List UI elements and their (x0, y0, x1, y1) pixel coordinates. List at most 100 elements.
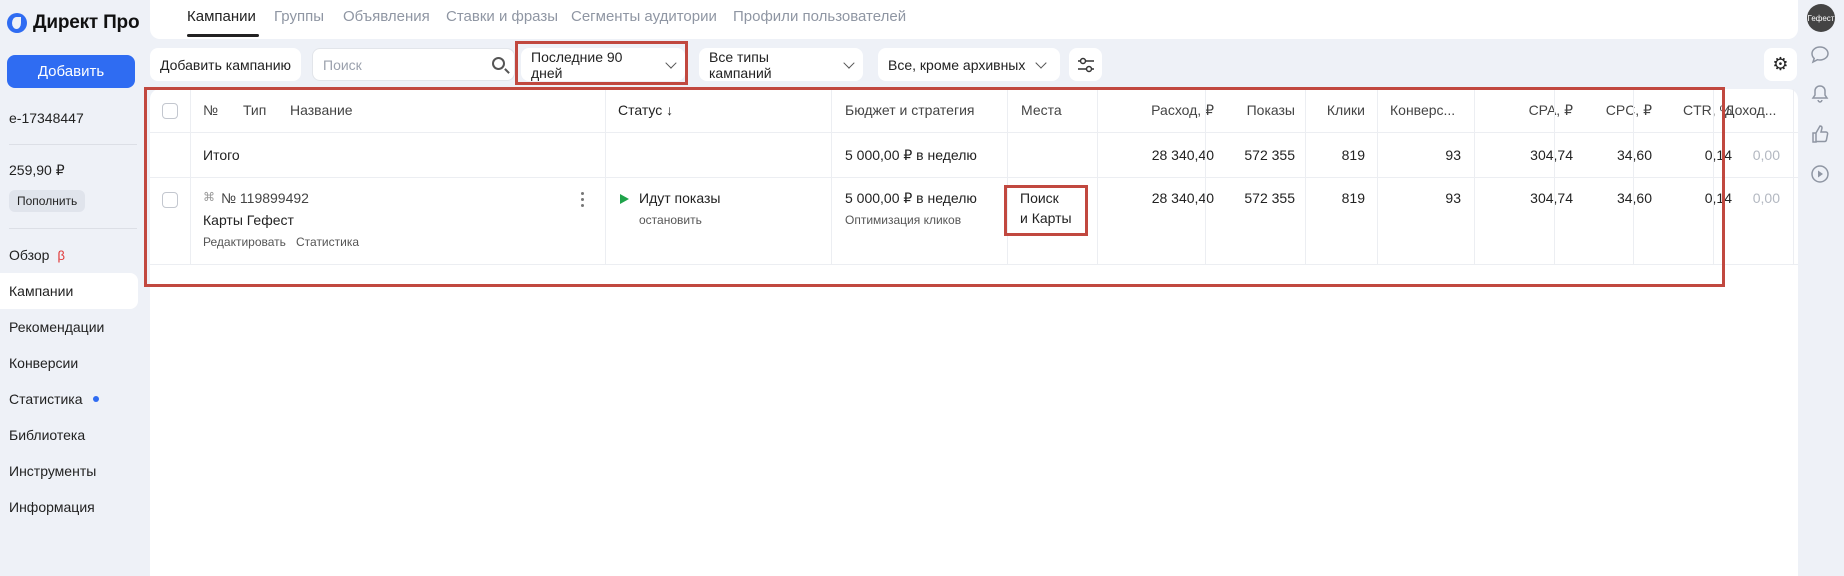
header-ctr[interactable]: CTR, % (1670, 102, 1732, 118)
sidebar-item-label: Конверсии (9, 355, 79, 371)
sidebar-item-info[interactable]: Информация (0, 489, 138, 525)
header-impressions[interactable]: Показы (1215, 102, 1295, 118)
table-row: ⌘ № 119899492 Карты Гефест Редактировать… (150, 178, 1798, 265)
archive-filter-select[interactable]: Все, кроме архивных (878, 48, 1060, 81)
campaign-impressions: 572 355 (1244, 190, 1295, 206)
column-divider (1205, 89, 1206, 265)
column-divider (1633, 89, 1634, 265)
tab-user-profiles[interactable]: Профили пользователей (733, 8, 906, 25)
topup-button[interactable]: Пополнить (9, 190, 86, 212)
row-menu-icon[interactable] (581, 192, 584, 210)
filter-settings-button[interactable] (1069, 48, 1102, 81)
search-box (312, 48, 515, 81)
edit-link[interactable]: Редактировать (203, 235, 286, 249)
archive-filter-value: Все, кроме архивных (888, 56, 1026, 73)
column-divider (1007, 89, 1008, 265)
campaign-income: 0,00 (1752, 190, 1780, 206)
sidebar-item-label: Информация (9, 499, 95, 515)
row-checkbox[interactable] (162, 192, 178, 208)
add-campaign-button[interactable]: Добавить кампанию (150, 48, 302, 81)
sidebar-item-statistics[interactable]: Статистика (0, 381, 138, 417)
tab-segments[interactable]: Сегменты аудитории (571, 8, 717, 25)
chat-icon[interactable] (1810, 45, 1830, 65)
total-label: Итого (203, 147, 240, 163)
campaign-spend: 28 340,40 (1151, 190, 1214, 206)
campaign-types-value: Все типы кампаний (709, 48, 772, 81)
account-login: e-17348447 (9, 110, 84, 126)
play-circle-icon[interactable] (1810, 164, 1830, 184)
header-income[interactable]: Доход... (1725, 102, 1776, 118)
campaigns-table: № Тип Название Статус ↓ Бюджет и стратег… (150, 89, 1798, 576)
campaign-ctr: 0,14 (1704, 190, 1732, 206)
select-all-checkbox[interactable] (162, 103, 178, 119)
campaign-conversions: 93 (1445, 190, 1461, 206)
column-divider (190, 89, 191, 265)
total-budget: 5 000,00 ₽ в неделю (845, 147, 977, 163)
campaign-status: Идут показы (620, 190, 720, 206)
total-income: 0,00 (1752, 147, 1780, 163)
table-row-total: Итого 5 000,00 ₽ в неделю 28 340,40 572 … (150, 133, 1798, 178)
tab-campaigns[interactable]: Кампании (187, 8, 256, 25)
header-places[interactable]: Места (1021, 102, 1062, 118)
tab-groups[interactable]: Группы (274, 8, 324, 25)
header-num[interactable]: № (203, 102, 218, 118)
total-cpa: 304,74 (1530, 147, 1573, 163)
notification-dot (92, 396, 99, 402)
bell-icon[interactable] (1810, 84, 1830, 104)
header-cpc[interactable]: CPC, ₽ (1590, 102, 1652, 119)
campaign-type-icon: ⌘ (203, 190, 215, 204)
campaign-id: № 119899492 (221, 190, 309, 206)
header-spend[interactable]: Расход, ₽ (1134, 102, 1214, 119)
yandex-direct-icon (7, 13, 27, 33)
brand-logo[interactable]: Директ Про (7, 12, 140, 34)
period-select[interactable]: Последние 90 дней (521, 48, 685, 81)
sidebar-item-label: Кампании (9, 283, 74, 299)
total-clicks: 819 (1341, 147, 1365, 163)
header-budget[interactable]: Бюджет и стратегия (845, 102, 974, 118)
campaign-strategy: Оптимизация кликов (845, 213, 962, 227)
sidebar-item-tools[interactable]: Инструменты (0, 453, 138, 489)
sidebar-item-overview[interactable]: Обзор β (0, 237, 138, 273)
stop-link[interactable]: остановить (639, 213, 702, 227)
campaign-types-select[interactable]: Все типы кампаний (699, 48, 863, 81)
campaign-name[interactable]: Карты Гефест (203, 212, 294, 228)
sidebar-divider (9, 144, 137, 145)
tab-bids[interactable]: Ставки и фразы (446, 8, 558, 25)
sidebar-item-label: Статистика (9, 391, 83, 407)
sidebar-divider (9, 228, 137, 229)
column-divider (1474, 89, 1475, 265)
account-balance: 259,90 ₽ (9, 162, 65, 178)
header-type[interactable]: Тип (243, 102, 266, 118)
column-divider (1554, 89, 1555, 265)
sidebar-item-recommendations[interactable]: Рекомендации (0, 309, 138, 345)
sidebar-item-conversions[interactable]: Конверсии (0, 345, 138, 381)
column-divider (605, 89, 606, 265)
status-text: Идут показы (639, 190, 721, 206)
sliders-icon (1077, 57, 1094, 72)
header-clicks[interactable]: Клики (1310, 102, 1365, 118)
header-name[interactable]: Название (290, 102, 353, 118)
gear-button[interactable]: ⚙ (1764, 48, 1797, 81)
sidebar-item-library[interactable]: Библиотека (0, 417, 138, 453)
campaign-budget[interactable]: 5 000,00 ₽ в неделю (845, 190, 977, 207)
add-button[interactable]: Добавить (7, 55, 135, 88)
thumbs-up-icon[interactable] (1810, 124, 1830, 144)
header-conversions[interactable]: Конверс... (1390, 102, 1455, 118)
statistics-link[interactable]: Статистика (296, 235, 359, 249)
tab-ads[interactable]: Объявления (343, 8, 430, 25)
campaign-cpa: 304,74 (1530, 190, 1573, 206)
column-divider (1305, 89, 1306, 265)
total-ctr: 0,14 (1704, 147, 1732, 163)
total-conversions: 93 (1445, 147, 1461, 163)
avatar[interactable]: Гефест (1807, 4, 1835, 32)
sidebar-item-campaigns[interactable]: Кампании (0, 273, 138, 309)
campaign-places-line2: и Карты (1020, 210, 1072, 226)
search-icon[interactable] (492, 57, 505, 70)
chevron-down-icon (843, 56, 855, 69)
header-status[interactable]: Статус ↓ (618, 102, 673, 118)
header-cpa[interactable]: CPA, ₽ (1505, 102, 1573, 119)
sidebar-item-label: Инструменты (9, 463, 97, 479)
brand-name: Директ Про (33, 12, 140, 33)
column-divider (1377, 89, 1378, 265)
search-input[interactable] (323, 56, 483, 73)
